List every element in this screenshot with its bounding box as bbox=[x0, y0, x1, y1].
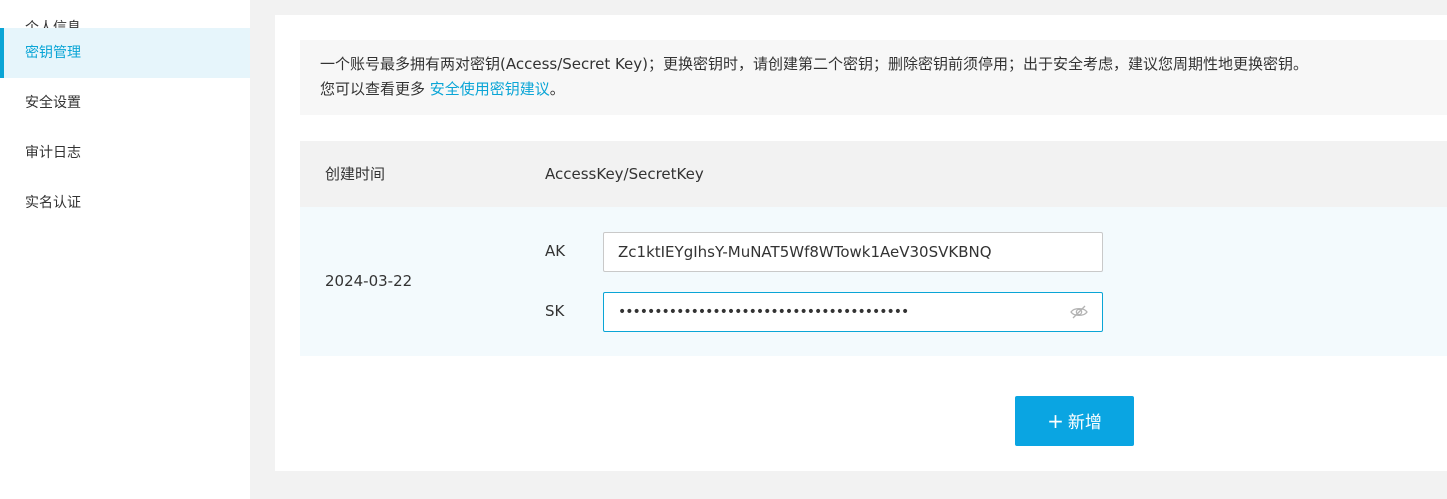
add-key-button[interactable]: + 新增 bbox=[1015, 396, 1134, 446]
sidebar-item-label: 安全设置 bbox=[25, 95, 81, 111]
notice-line-1: 一个账号最多拥有两对密钥(Access/Secret Key)；更换密钥时，请创… bbox=[320, 55, 1309, 73]
sidebar-item-personal-info[interactable]: 个人信息 bbox=[0, 0, 250, 36]
notice-prefix: 您可以查看更多 bbox=[320, 80, 430, 98]
sidebar: 个人信息 密钥管理 安全设置 审计日志 实名认证 bbox=[0, 0, 250, 499]
column-header-created-time: 创建时间 bbox=[325, 165, 386, 183]
column-header-keys: AccessKey/SecretKey bbox=[545, 165, 704, 183]
sidebar-item-audit-log[interactable]: 审计日志 bbox=[0, 128, 250, 178]
sidebar-item-label: 密钥管理 bbox=[25, 45, 81, 61]
table-row: 2024-03-22 AK Zc1ktIEYgIhsY-MuNAT5Wf8WTo… bbox=[300, 207, 1447, 356]
notice-box: 一个账号最多拥有两对密钥(Access/Secret Key)；更换密钥时，请创… bbox=[300, 40, 1447, 115]
secret-key-field[interactable]: •••••••••••••••••••••••••••••••••••••••• bbox=[603, 292, 1103, 332]
sidebar-item-security-settings[interactable]: 安全设置 bbox=[0, 78, 250, 128]
sidebar-item-key-management[interactable]: 密钥管理 bbox=[0, 28, 250, 78]
created-date: 2024-03-22 bbox=[325, 272, 413, 290]
sidebar-item-label: 实名认证 bbox=[25, 195, 81, 211]
ak-label: AK bbox=[545, 242, 566, 260]
add-button-label: 新增 bbox=[1067, 413, 1102, 433]
security-advice-link[interactable]: 安全使用密钥建议 bbox=[430, 80, 550, 98]
secret-key-masked-value: •••••••••••••••••••••••••••••••••••••••• bbox=[618, 304, 909, 320]
access-key-field[interactable]: Zc1ktIEYgIhsY-MuNAT5Wf8WTowk1AeV30SVKBNQ bbox=[603, 232, 1103, 272]
eye-hidden-icon[interactable] bbox=[1070, 304, 1088, 320]
sidebar-item-real-name-auth[interactable]: 实名认证 bbox=[0, 178, 250, 228]
table-header: 创建时间 AccessKey/SecretKey bbox=[300, 141, 1447, 207]
plus-icon: + bbox=[1047, 409, 1064, 433]
sk-label: SK bbox=[545, 302, 565, 320]
sidebar-item-label: 审计日志 bbox=[25, 145, 81, 161]
notice-suffix: 。 bbox=[549, 80, 565, 98]
main-panel: 一个账号最多拥有两对密钥(Access/Secret Key)；更换密钥时，请创… bbox=[275, 15, 1447, 471]
notice-line-2: 您可以查看更多 安全使用密钥建议。 bbox=[320, 77, 1447, 102]
